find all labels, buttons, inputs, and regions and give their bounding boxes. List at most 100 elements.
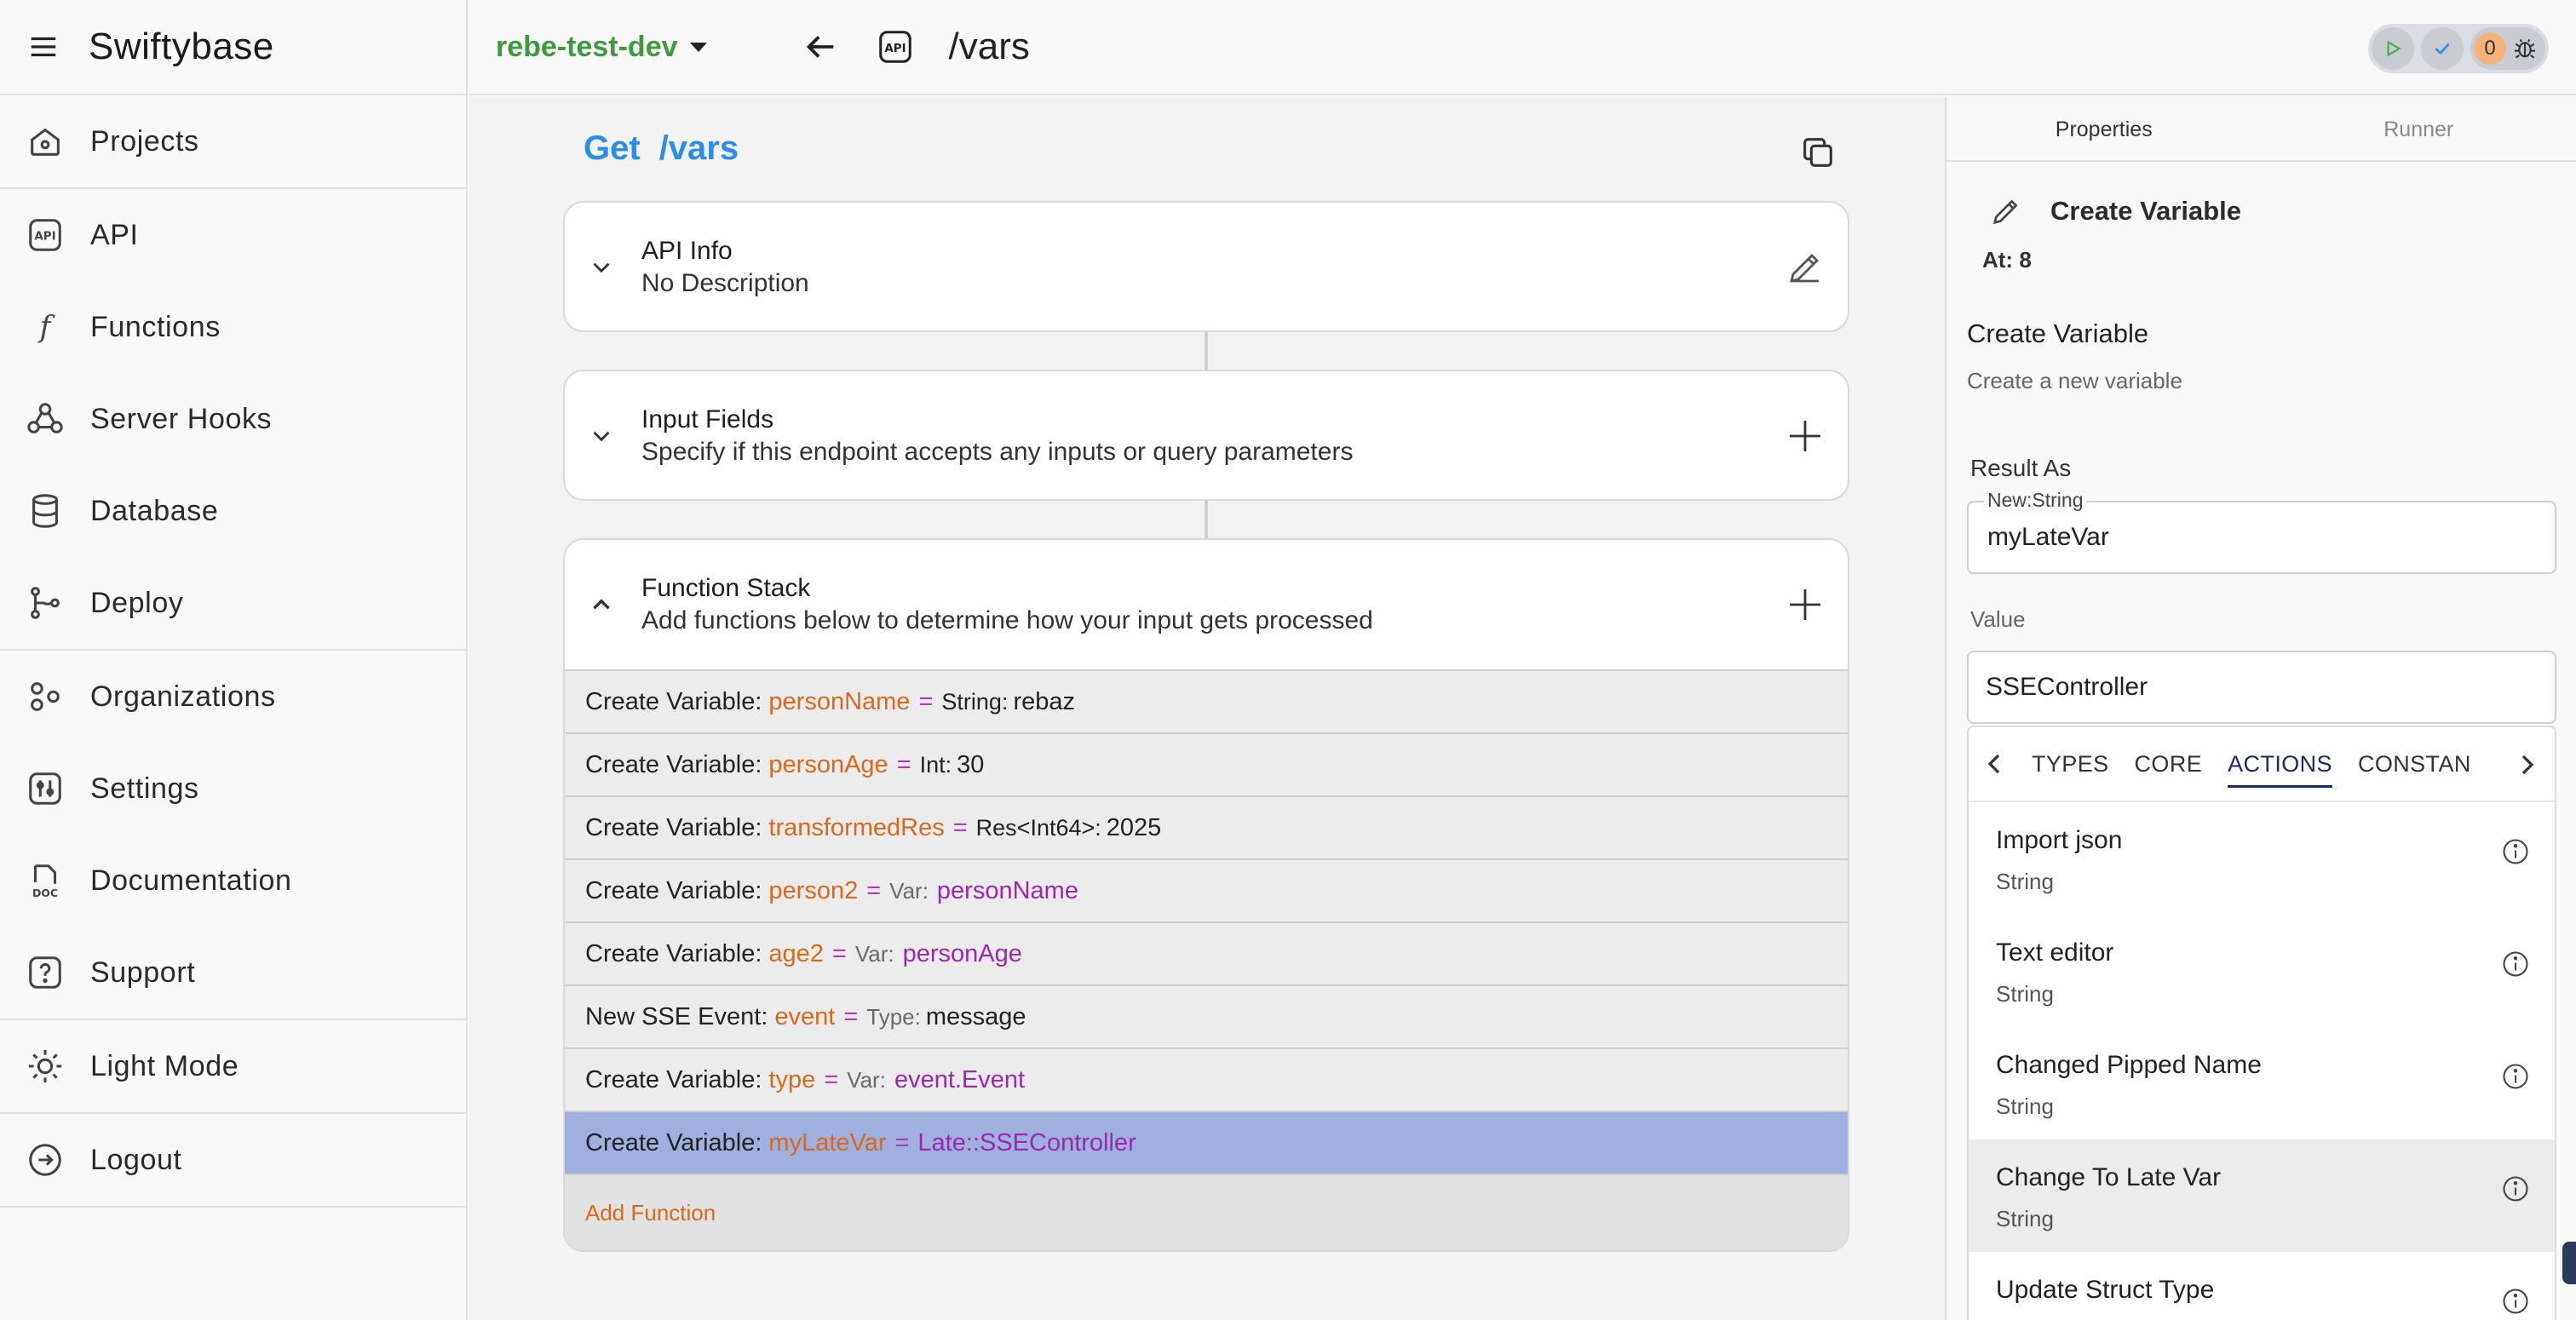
function-row[interactable]: Create Variable: transformedRes = Res<In… — [565, 795, 1848, 858]
function-row[interactable]: Create Variable: personName = String : r… — [565, 669, 1848, 732]
input-fields-card: Input Fields Specify if this endpoint ac… — [563, 370, 1849, 501]
position-label: At: 8 — [1982, 247, 2032, 273]
back-arrow-icon[interactable] — [801, 27, 840, 66]
picker-item[interactable]: Update Struct Type String — [1969, 1252, 2555, 1320]
chevron-down-icon[interactable] — [587, 422, 616, 451]
nav-group-theme: Light Mode — [0, 1020, 466, 1114]
function-type-suffix: : — [922, 877, 929, 904]
info-icon[interactable] — [2500, 836, 2531, 867]
function-row-selected[interactable]: Create Variable: myLateVar = Late::SSECo… — [565, 1111, 1848, 1174]
help-icon — [29, 956, 61, 989]
api-info-card: API Info No Description — [563, 201, 1849, 332]
nav-group-main: Projects — [0, 95, 466, 189]
check-button[interactable] — [2421, 27, 2464, 70]
function-eq: = — [952, 813, 968, 841]
function-var: type — [768, 1065, 816, 1093]
result-as-field[interactable]: New:String myLateVar — [1967, 489, 2556, 574]
project-name: rebe-test-dev — [496, 30, 678, 63]
function-type-suffix: : — [1001, 688, 1009, 715]
api-info-header[interactable]: API Info No Description — [565, 203, 1848, 332]
debug-counter[interactable]: 0 — [2470, 27, 2545, 70]
function-kind: Create Variable: — [585, 687, 762, 715]
plus-icon[interactable] — [1785, 584, 1826, 625]
pencil-icon[interactable] — [1785, 247, 1826, 288]
sidebar-item-projects[interactable]: Projects — [0, 95, 466, 187]
sidebar-item-support[interactable]: Support — [0, 927, 466, 1019]
sidebar-item-functions[interactable]: f Functions — [0, 281, 466, 373]
picker-tab-core[interactable]: CORE — [2135, 746, 2203, 783]
chevron-left-icon[interactable] — [1977, 747, 2011, 781]
chevron-right-icon[interactable] — [2510, 748, 2544, 782]
value-field[interactable] — [1967, 651, 2556, 724]
sidebar-item-logout[interactable]: Logout — [0, 1114, 466, 1206]
function-kind: Create Variable: — [585, 813, 762, 841]
function-type-suffix: : — [945, 751, 952, 778]
value-input[interactable] — [1986, 668, 2531, 707]
input-fields-header[interactable]: Input Fields Specify if this endpoint ac… — [565, 371, 1848, 501]
info-icon[interactable] — [2500, 1286, 2531, 1317]
picker-item-hovered[interactable]: Change To Late Var String — [1969, 1139, 2555, 1252]
chevron-down-icon[interactable] — [587, 253, 616, 282]
menu-icon[interactable] — [27, 31, 60, 63]
sidebar-item-documentation[interactable]: DOC Documentation — [0, 835, 466, 927]
picker-tab-constants[interactable]: CONSTAN — [2358, 746, 2471, 783]
sidebar-item-light-mode[interactable]: Light Mode — [0, 1020, 466, 1112]
picker-tab-actions[interactable]: ACTIONS — [2228, 746, 2332, 788]
function-row[interactable]: Create Variable: person2 = Var : personN… — [565, 858, 1848, 921]
function-icon: f — [37, 311, 55, 345]
function-type: Var — [847, 1066, 880, 1093]
picker-item[interactable]: Changed Pipped Name String — [1969, 1027, 2555, 1139]
picker-tab-types[interactable]: TYPES — [2032, 746, 2109, 783]
properties-panel: Properties Runner Create Variable At: 8 … — [1945, 97, 2576, 1320]
picker-item-type: String — [1996, 981, 2054, 1007]
brand-header: Swiftybase — [0, 0, 466, 95]
doc-icon: DOC — [32, 864, 58, 899]
function-value: 30 — [957, 750, 985, 778]
plus-icon[interactable] — [1785, 416, 1826, 456]
chevron-up-icon[interactable] — [587, 590, 616, 619]
endpoint-path: /vars — [658, 129, 739, 167]
project-selector[interactable]: rebe-test-dev — [496, 31, 707, 64]
svg-text:API: API — [884, 43, 906, 55]
function-value: rebaz — [1013, 687, 1075, 715]
page-title: /vars — [948, 26, 1030, 67]
sidebar-item-server-hooks[interactable]: Server Hooks — [0, 373, 466, 465]
value-label: Value — [1970, 606, 2026, 632]
sidebar-item-deploy[interactable]: Deploy — [0, 557, 466, 649]
sidebar-item-database[interactable]: Database — [0, 465, 466, 557]
svg-text:f: f — [37, 311, 55, 345]
floating-edge-tab[interactable] — [2562, 1242, 2576, 1284]
sidebar-item-label: Database — [90, 494, 219, 527]
tab-runner[interactable]: Runner — [2262, 97, 2576, 160]
card-title: Function Stack — [641, 574, 811, 602]
sidebar-item-api[interactable]: API API — [0, 189, 466, 281]
function-type: Var — [889, 877, 923, 904]
main-canvas: Get /vars API Info No Description Input … — [469, 97, 1945, 1320]
function-stack-header[interactable]: Function Stack Add functions below to de… — [565, 540, 1848, 669]
run-button[interactable] — [2372, 27, 2414, 70]
sidebar-item-settings[interactable]: Settings — [0, 743, 466, 835]
function-row[interactable]: Create Variable: personAge = Int : 30 — [565, 732, 1848, 795]
picker-item[interactable]: Import json String — [1969, 802, 2555, 915]
sidebar-item-organizations[interactable]: Organizations — [0, 651, 466, 743]
info-icon[interactable] — [2500, 949, 2531, 979]
tab-properties[interactable]: Properties — [1946, 97, 2262, 160]
function-row[interactable]: New SSE Event: event = Type : message — [565, 984, 1848, 1047]
card-subtitle: Specify if this endpoint accepts any inp… — [641, 438, 1354, 466]
function-type-suffix: : — [888, 940, 894, 967]
copy-icon[interactable] — [1798, 133, 1837, 172]
function-var: person2 — [768, 876, 859, 904]
info-icon[interactable] — [2500, 1061, 2531, 1092]
picker-item-name: Changed Pipped Name — [1996, 1051, 2262, 1079]
function-eq: = — [896, 750, 911, 778]
function-row[interactable]: Create Variable: type = Var : event.Even… — [565, 1047, 1848, 1111]
function-picker-dropdown: TYPES CORE ACTIONS CONSTAN Import json S… — [1967, 726, 2556, 1320]
info-icon[interactable] — [2500, 1174, 2531, 1204]
nav-group-session: Logout — [0, 1114, 466, 1208]
picker-item[interactable]: Text editor String — [1969, 915, 2555, 1027]
add-function-button[interactable]: Add Function — [565, 1174, 1848, 1250]
function-row[interactable]: Create Variable: age2 = Var : personAge — [565, 921, 1848, 984]
app-title: Swiftybase — [89, 26, 274, 67]
sidebar-item-label: Server Hooks — [90, 402, 273, 435]
properties-header: Create Variable — [1989, 194, 2241, 228]
